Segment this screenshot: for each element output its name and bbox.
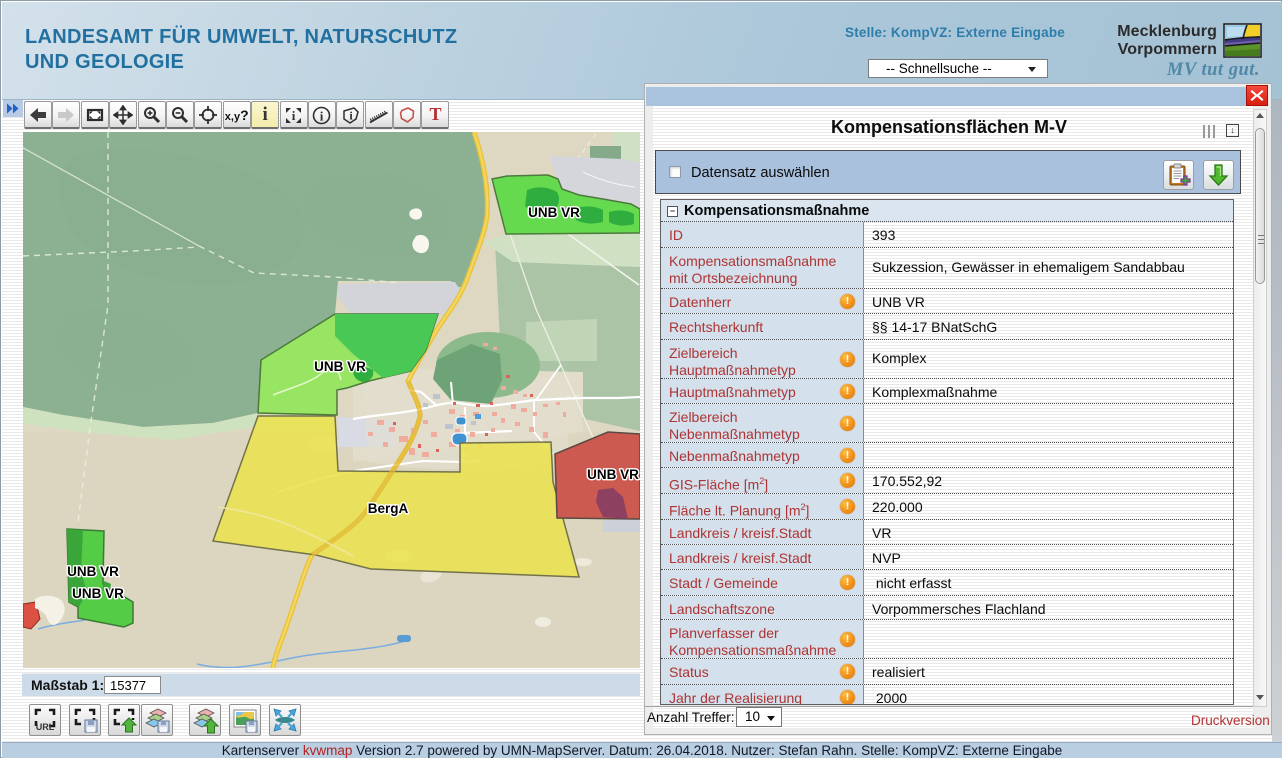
svg-text:i: i: [320, 109, 324, 124]
svg-text:UNB VR: UNB VR: [528, 205, 580, 220]
svg-text:UNB VR: UNB VR: [67, 564, 119, 579]
svg-text:URL: URL: [36, 722, 55, 732]
svg-text:i: i: [292, 108, 296, 123]
svg-text:UNB VR: UNB VR: [72, 586, 124, 601]
svg-text:BergA: BergA: [368, 501, 409, 516]
svg-text:UNB VR: UNB VR: [587, 467, 639, 482]
svg-text:UNB VR: UNB VR: [314, 359, 366, 374]
